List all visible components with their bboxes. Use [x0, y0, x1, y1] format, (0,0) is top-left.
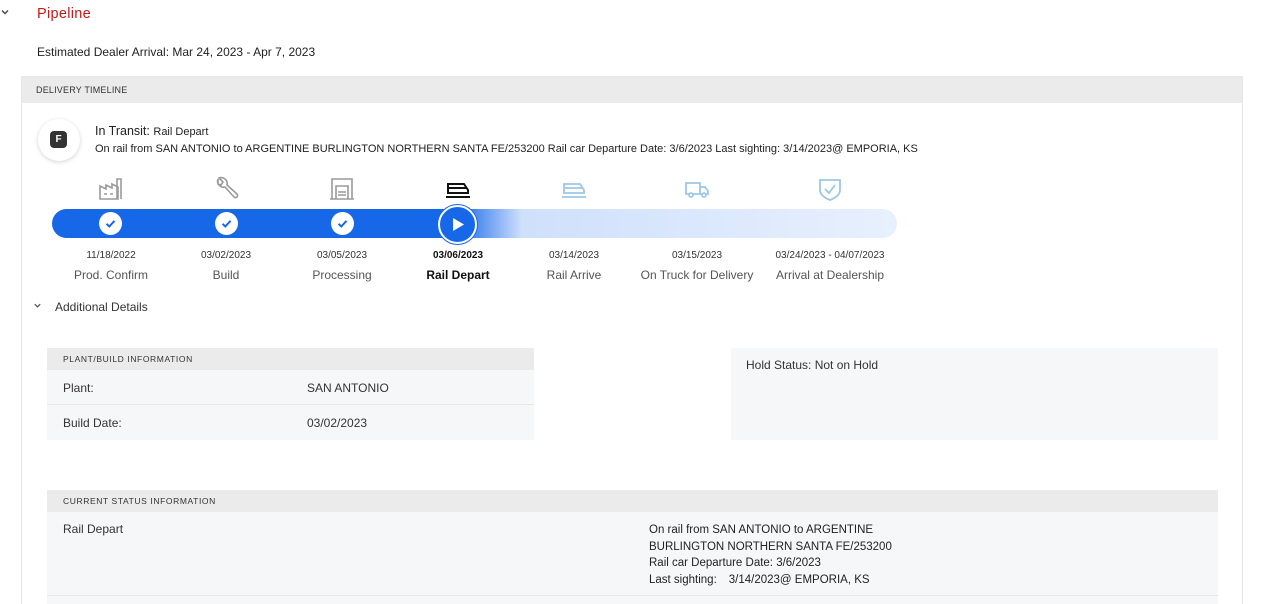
step-date: 03/15/2023 — [671, 250, 723, 261]
detail-line: Rail car Departure Date: 3/6/2023 — [649, 557, 821, 569]
step-date: 03/24/2023 - 04/07/2023 — [775, 250, 885, 261]
brand-badge: F — [38, 119, 80, 161]
current-status-panel: CURRENT STATUS INFORMATION Rail Depart O… — [47, 490, 1218, 604]
truck-icon — [683, 176, 711, 202]
train-icon — [444, 176, 472, 202]
row-value: SAN ANTONIO — [307, 381, 389, 395]
detail-line: Last sighting: 3/14/2023@ EMPORIA, KS — [649, 572, 892, 589]
last-sighting-label: Last sighting: — [649, 573, 717, 586]
last-sighting-value: 3/14/2023@ EMPORIA, KS — [728, 573, 870, 586]
current-status-key: Rail Depart — [63, 522, 124, 536]
shield-check-icon — [816, 176, 844, 202]
step-complete-check-icon — [331, 212, 354, 235]
pipeline-title[interactable]: Pipeline — [37, 6, 91, 22]
step-complete-check-icon — [215, 212, 238, 235]
step-label: Arrival at Dealership — [775, 268, 885, 282]
status-description: On rail from SAN ANTONIO to ARGENTINE BU… — [95, 143, 918, 155]
current-status-details: On rail from SAN ANTONIO to ARGENTINE BU… — [649, 522, 892, 588]
detail-line: On rail from SAN ANTONIO to ARGENTINE — [649, 524, 874, 536]
step-label: On Truck for Delivery — [640, 268, 754, 282]
hold-status-text: Hold Status: Not on Hold — [746, 358, 879, 372]
plant-build-header: PLANT/BUILD INFORMATION — [47, 348, 534, 370]
hold-status-panel: Hold Status: Not on Hold — [731, 348, 1218, 440]
row-key: Plant: — [63, 381, 94, 395]
step-complete-check-icon — [99, 212, 122, 235]
wrench-icon — [212, 176, 240, 202]
step-label: Rail Arrive — [546, 268, 602, 282]
additional-details-chevron-icon[interactable] — [33, 301, 42, 312]
detail-line: BURLINGTON NORTHERN SANTA FE/253200 — [649, 540, 892, 553]
current-status-header: CURRENT STATUS INFORMATION — [47, 490, 1218, 512]
table-row: Build Date: 03/02/2023 — [47, 405, 534, 440]
table-row: Rail Depart On rail from SAN ANTONIO to … — [47, 512, 1218, 596]
plant-build-panel: PLANT/BUILD INFORMATION Plant: SAN ANTON… — [47, 348, 534, 440]
transit-status: In Transit: Rail Depart — [95, 124, 208, 138]
row-value: 03/02/2023 — [307, 416, 368, 430]
rail-arrive-icon — [560, 176, 588, 202]
additional-details-toggle[interactable]: Additional Details — [55, 300, 148, 314]
delivery-timeline-header: DELIVERY TIMELINE — [22, 77, 1242, 103]
collapse-chevron-icon[interactable] — [0, 7, 10, 17]
step-date: 03/14/2023 — [548, 250, 600, 261]
status-label: In Transit: — [95, 124, 150, 138]
factory-icon — [97, 176, 125, 202]
status-value: Rail Depart — [153, 126, 209, 138]
estimated-arrival: Estimated Dealer Arrival: Mar 24, 2023 -… — [37, 45, 316, 59]
row-key: Build Date: — [63, 416, 122, 430]
current-step-play-icon — [438, 205, 477, 244]
brand-letter: F — [50, 131, 67, 148]
processing-bay-icon — [328, 176, 356, 202]
table-row: Plant: SAN ANTONIO — [47, 370, 534, 405]
